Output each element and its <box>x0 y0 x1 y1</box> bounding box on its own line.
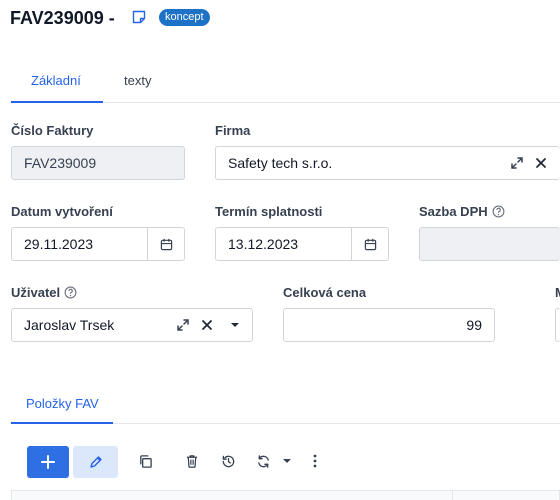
help-icon[interactable] <box>64 286 77 299</box>
termin-splatnosti-label: Termín splatnosti <box>215 204 323 219</box>
chevron-down-icon <box>283 459 291 463</box>
grid-column-divider <box>452 490 453 500</box>
termin-splatnosti-field[interactable]: 13.12.2023 <box>215 227 389 261</box>
active-tab-indicator <box>11 101 103 103</box>
items-tab-indicator <box>11 422 113 424</box>
cut-off-field[interactable] <box>555 308 560 342</box>
uzivatel-label: Uživatel <box>11 285 77 300</box>
celkova-cena-label: Celková cena <box>283 285 367 300</box>
refresh-dropdown[interactable] <box>276 446 298 476</box>
page-title: FAV239009 - <box>10 7 115 28</box>
copy-icon <box>139 454 152 468</box>
expand-icon[interactable] <box>506 152 528 174</box>
expand-icon[interactable] <box>172 314 194 336</box>
datum-vytvoreni-label: Datum vytvoření <box>11 204 113 219</box>
history-icon <box>222 455 234 467</box>
more-vertical-icon <box>313 454 317 468</box>
copy-button[interactable] <box>130 446 160 476</box>
help-icon[interactable] <box>492 205 505 218</box>
refresh-button[interactable] <box>248 446 278 476</box>
refresh-icon <box>257 454 269 468</box>
tab-texty[interactable]: texty <box>124 72 151 90</box>
clear-icon[interactable] <box>530 152 552 174</box>
delete-button[interactable] <box>177 446 207 476</box>
trash-icon <box>186 454 198 468</box>
calendar-icon[interactable] <box>351 228 388 260</box>
sazba-dph-field <box>419 227 560 261</box>
celkova-cena-field[interactable]: 99 <box>283 308 495 342</box>
edit-button[interactable] <box>73 446 118 478</box>
status-badge: koncept <box>159 9 210 26</box>
firma-label: Firma <box>215 123 251 138</box>
cut-off-label: M <box>555 285 560 300</box>
clear-icon[interactable] <box>196 314 218 336</box>
more-button[interactable] <box>300 446 330 476</box>
sazba-dph-label: Sazba DPH <box>419 204 505 219</box>
add-button[interactable] <box>27 446 69 478</box>
plus-icon <box>41 455 55 469</box>
pencil-icon <box>89 456 102 468</box>
datum-vytvoreni-field[interactable]: 29.11.2023 <box>11 227 185 261</box>
history-button[interactable] <box>213 446 243 476</box>
tab-zakladni[interactable]: Základní <box>31 72 81 90</box>
chevron-down-icon[interactable] <box>224 314 246 336</box>
calendar-icon[interactable] <box>147 228 184 260</box>
firma-field[interactable]: Safety tech s.r.o. <box>215 146 560 180</box>
tab-polozky-fav[interactable]: Položky FAV <box>26 395 99 413</box>
uzivatel-select[interactable]: Jaroslav Trsek <box>11 308 253 342</box>
cislo-faktury-label: Číslo Faktury <box>11 123 94 138</box>
note-icon[interactable] <box>131 9 147 25</box>
items-grid <box>11 490 560 500</box>
cislo-faktury-field: FAV239009 <box>11 146 185 180</box>
